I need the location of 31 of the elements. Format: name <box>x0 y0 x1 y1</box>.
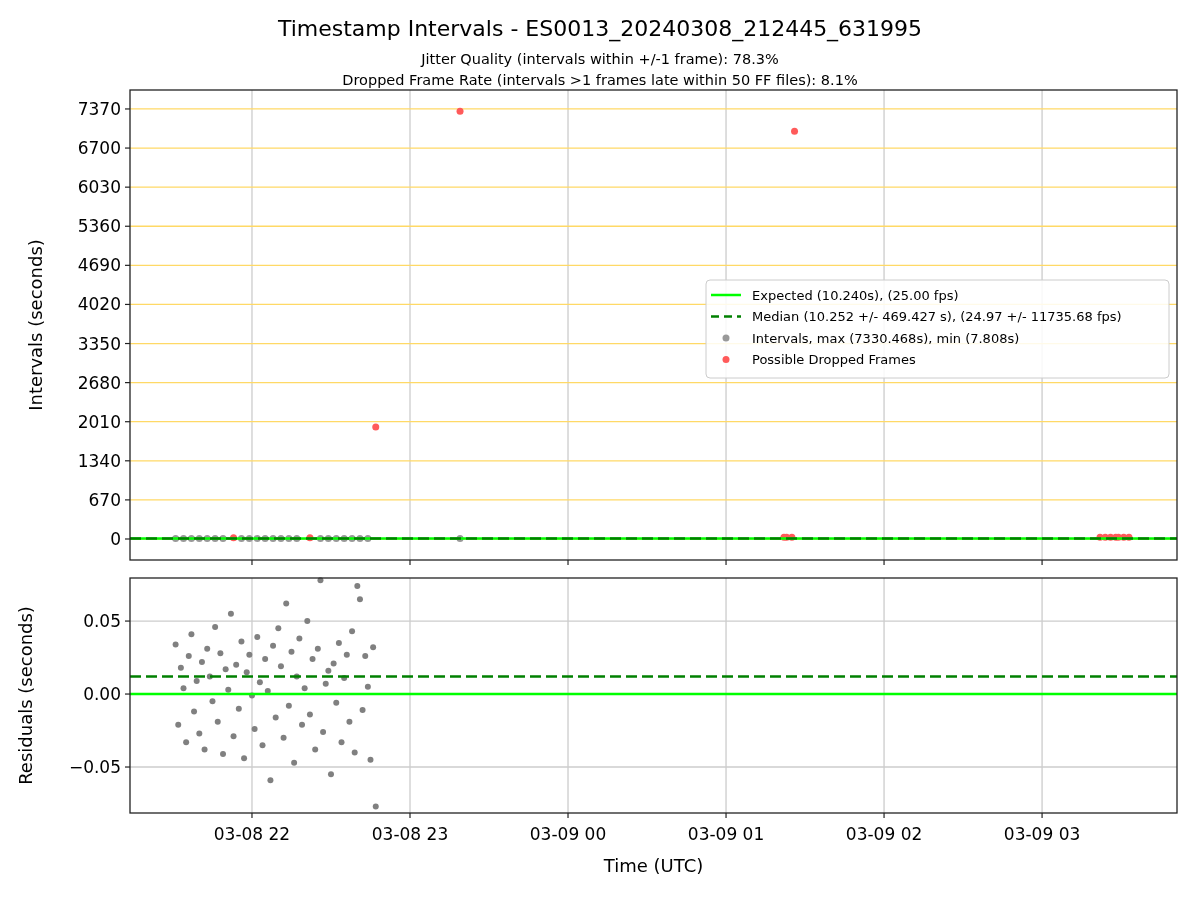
tick-label: 03-08 22 <box>213 824 291 844</box>
legend-label: Intervals, max (7330.468s), min (7.808s) <box>752 330 1020 346</box>
axis-label: Time (UTC) <box>603 855 704 876</box>
tick-label: 2010 <box>77 411 121 432</box>
tick-label: 3350 <box>77 333 121 354</box>
tick-label: 6030 <box>77 177 121 198</box>
tick-label: 03-09 03 <box>1003 824 1081 844</box>
tick-label: 670 <box>88 489 121 510</box>
legend-label: Expected (10.240s), (25.00 fps) <box>752 287 959 303</box>
tick-label: 0.00 <box>83 684 121 705</box>
tick-label: 03-09 01 <box>687 824 765 844</box>
tick-label: 03-08 23 <box>371 824 449 844</box>
tick-label: −0.05 <box>68 757 121 777</box>
axis-label: Intervals (seconds) <box>25 239 46 411</box>
legend-label: Possible Dropped Frames <box>752 352 916 367</box>
tick-label: 2680 <box>77 372 121 393</box>
chart-subtitle: Dropped Frame Rate (intervals >1 frames late within 50 FF files): 8.1% <box>342 72 858 88</box>
tick-label: 0 <box>110 529 121 549</box>
tick-label: 4020 <box>77 294 121 315</box>
tick-label: 7370 <box>77 98 121 119</box>
chart-title: Timestamp Intervals - ES0013_20240308_212445_631995 <box>277 16 923 41</box>
axis-label: Residuals (seconds) <box>15 606 36 785</box>
chart-subtitle: Jitter Quality (intervals within +/-1 frame): 78.3% <box>421 51 779 67</box>
tick-label: 5360 <box>77 216 121 237</box>
tick-label: 0.05 <box>83 611 121 632</box>
tick-label: 03-09 02 <box>845 824 923 844</box>
tick-label: 4690 <box>77 255 121 276</box>
legend-label: Median (10.252 +/- 469.427 s), (24.97 +/- 11735.68 fps) <box>752 309 1122 324</box>
tick-label: 1340 <box>77 450 121 471</box>
tick-label: 03-09 00 <box>529 824 607 844</box>
tick-label: 6700 <box>77 138 121 159</box>
